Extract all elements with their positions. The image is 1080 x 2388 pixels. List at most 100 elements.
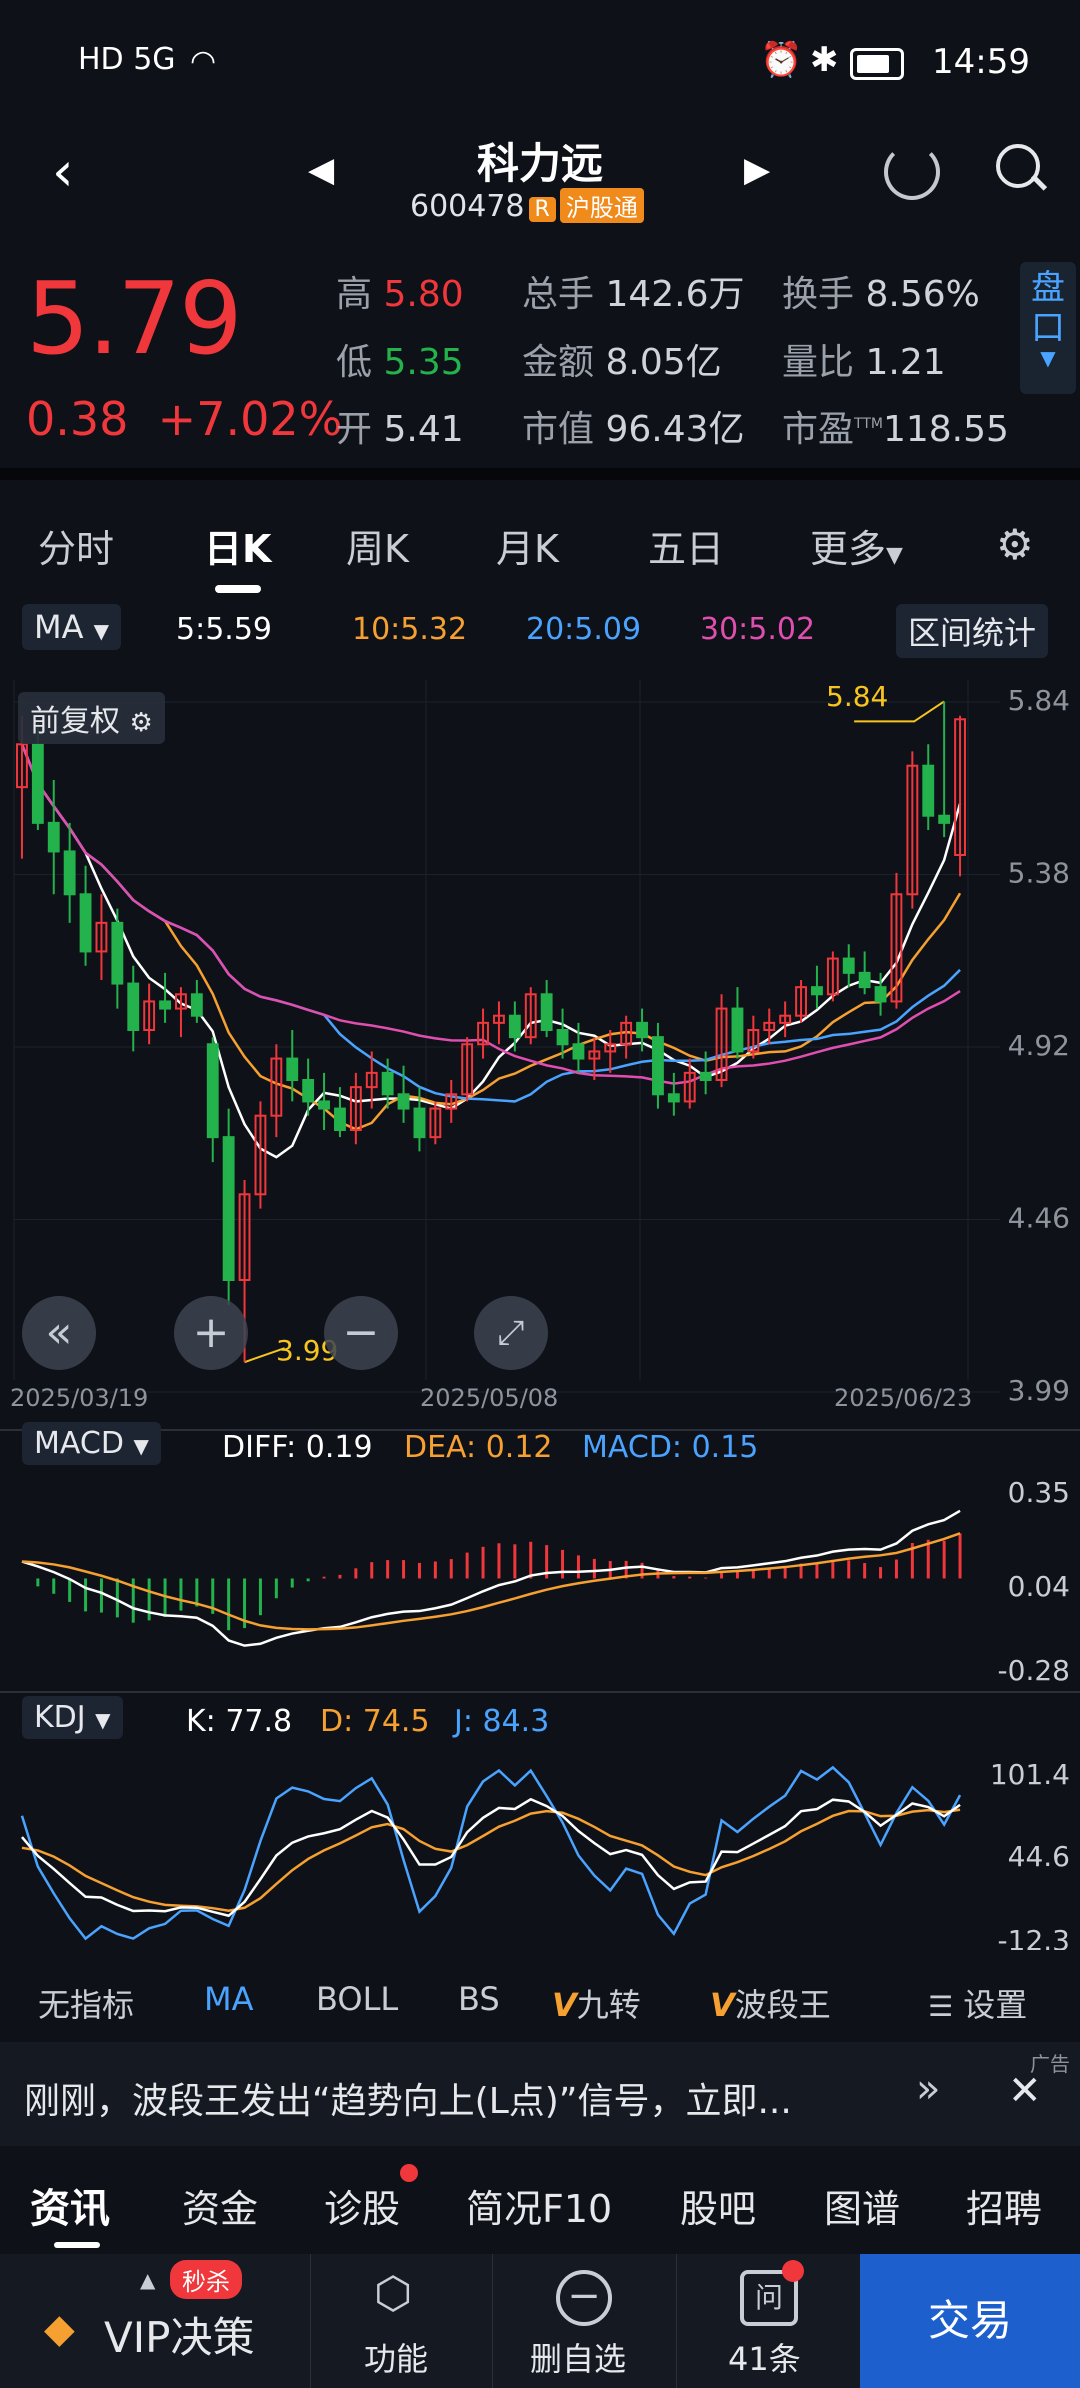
miaosha-badge: 秒杀 xyxy=(170,2260,242,2299)
ma5-value: 5:5.59 xyxy=(176,612,272,647)
remove-watchlist-button[interactable]: 删自选 xyxy=(530,2334,626,2380)
diff-line xyxy=(21,1509,961,1647)
kline-chart[interactable]: 5.84 5.38 4.92 4.46 3.99 0.35 0.04 -0.28 101.4 44… xyxy=(0,660,1080,1950)
candle-body xyxy=(874,986,887,1003)
macd-selector[interactable]: MACD ▼ xyxy=(22,1422,161,1465)
ma-selector[interactable]: MA ▼ xyxy=(22,604,122,650)
banner-text[interactable]: 刚刚，波段王发出“趋势向上(L点)”信号，立即... xyxy=(24,2072,792,2124)
refresh-icon[interactable] xyxy=(884,144,940,200)
tab-monthly-k[interactable]: 月K xyxy=(496,518,559,573)
candle-body xyxy=(922,764,935,817)
candle-body xyxy=(699,1071,712,1082)
gear-icon: ⚙ xyxy=(129,708,153,738)
tab-recruit[interactable]: 招聘 xyxy=(966,2178,1042,2233)
price-tick: 3.99 xyxy=(1008,1374,1070,1407)
tab-graph[interactable]: 图谱 xyxy=(824,2178,900,2233)
candle-body xyxy=(318,1100,330,1110)
adjust-selector[interactable]: 前复权 ⚙ xyxy=(18,692,165,744)
candle-body xyxy=(572,1043,585,1060)
indicator-jiuzhuan[interactable]: V九转 xyxy=(552,1980,641,2026)
candle-body xyxy=(63,850,76,896)
clock: 14:59 xyxy=(932,42,1030,82)
indicator-none[interactable]: 无指标 xyxy=(38,1980,134,2026)
tab-daily-k[interactable]: 日K xyxy=(204,518,271,573)
date-start: 2025/03/19 xyxy=(10,1384,149,1412)
candle-body xyxy=(190,993,203,1017)
trade-button[interactable]: 交易 xyxy=(860,2254,1080,2388)
candle-body xyxy=(842,957,855,974)
notification-dot xyxy=(782,2260,804,2282)
market-cap-stat: 市值 96.43亿 xyxy=(522,409,745,450)
indicator-boll[interactable]: BOLL xyxy=(316,1980,398,2018)
tab-funds[interactable]: 资金 xyxy=(182,2178,258,2233)
date-end: 2025/06/23 xyxy=(834,1384,973,1412)
candle-body xyxy=(556,1029,569,1046)
ma-lines xyxy=(20,700,962,1364)
price-change: 0.38 +7.02% xyxy=(26,392,342,446)
kdj-tick: 44.6 xyxy=(1008,1840,1070,1873)
chart-period-tabs: 分时 日K 周K 月K 五日 更多▼ ⚙ xyxy=(0,482,1080,594)
divider xyxy=(310,2254,311,2388)
gear-icon[interactable]: ⚙ xyxy=(996,520,1034,569)
current-price: 5.79 xyxy=(26,260,243,377)
range-stats-button[interactable]: 区间统计 xyxy=(896,604,1049,658)
close-icon[interactable]: ✕ xyxy=(1008,2068,1042,2114)
tab-more[interactable]: 更多▼ xyxy=(810,518,903,573)
zoom-in-icon[interactable]: + xyxy=(174,1296,248,1370)
tab-weekly-k[interactable]: 周K xyxy=(346,518,409,573)
stock-code: 600478 xyxy=(410,189,525,224)
candle-body xyxy=(652,1036,664,1096)
candle-body xyxy=(206,1043,219,1139)
arrow-up-icon: ▲ xyxy=(140,2268,156,2292)
info-tabs: 资讯 资金 诊股 简况F10 股吧 图谱 招聘 xyxy=(0,2150,1080,2250)
function-button[interactable]: 功能 xyxy=(364,2334,428,2380)
pankou-button[interactable]: 盘口 ▼ xyxy=(1020,262,1076,394)
tab-diagnosis[interactable]: 诊股 xyxy=(324,2178,400,2233)
candle-body xyxy=(731,1007,744,1053)
questions-button[interactable]: 41条 xyxy=(728,2334,801,2380)
top-bar: ‹ ◀ 科力远 600478 R 沪股通 ▶ xyxy=(0,120,1080,240)
next-stock-icon[interactable]: ▶ xyxy=(744,150,770,190)
vip-button[interactable]: VIP决策 xyxy=(104,2304,254,2365)
low-stat: 低 5.35 xyxy=(336,342,464,383)
indicator-boduanwang[interactable]: V波段王 xyxy=(710,1980,831,2026)
macd-tick: 0.35 xyxy=(1008,1476,1070,1509)
indicator-bs[interactable]: BS xyxy=(458,1980,500,2018)
battery-icon xyxy=(850,48,904,80)
change-value: 0.38 xyxy=(26,392,129,446)
date-mid: 2025/05/08 xyxy=(420,1384,559,1412)
candle-body xyxy=(667,1093,680,1103)
volume-ratio-stat: 量比 1.21 xyxy=(782,342,946,383)
tab-intraday[interactable]: 分时 xyxy=(38,518,114,573)
hk-connect-tag[interactable]: 沪股通 xyxy=(559,188,644,223)
double-chevron-icon[interactable]: » xyxy=(916,2066,940,2112)
vip-diamond-icon: ◆ xyxy=(44,2306,75,2352)
j-line xyxy=(20,1765,962,1941)
network-indicator: HD 5G xyxy=(78,42,176,77)
indicator-settings[interactable]: ☰ 设置 xyxy=(928,1980,1027,2026)
candle-body xyxy=(159,1000,171,1010)
tab-forum[interactable]: 股吧 xyxy=(680,2178,756,2233)
kdj-tick: -12.3 xyxy=(998,1924,1070,1950)
divider xyxy=(676,2254,677,2388)
fullscreen-icon[interactable]: ⤢ xyxy=(474,1296,548,1370)
kdj-selector[interactable]: KDJ ▼ xyxy=(22,1696,123,1739)
candle-body xyxy=(811,986,823,996)
tab-profile-f10[interactable]: 简况F10 xyxy=(466,2178,612,2233)
signal-banner[interactable]: 刚刚，波段王发出“趋势向上(L点)”信号，立即... » 广告 ✕ xyxy=(0,2042,1080,2146)
tab-five-day[interactable]: 五日 xyxy=(648,518,724,573)
kdj-d: D: 74.5 xyxy=(320,1704,430,1739)
alarm-icon: ⏰ xyxy=(760,40,803,80)
k-line xyxy=(20,1797,961,1918)
indicator-row: 无指标 MA BOLL BS V九转 V波段王 ☰ 设置 xyxy=(0,1980,1080,2048)
divider xyxy=(492,2254,493,2388)
section-divider xyxy=(0,468,1080,480)
candle-body xyxy=(381,1071,394,1096)
rewind-icon[interactable]: « xyxy=(22,1296,96,1370)
indicator-ma[interactable]: MA xyxy=(204,1980,254,2018)
kdj-tick: 101.4 xyxy=(990,1758,1070,1791)
tab-news[interactable]: 资讯 xyxy=(30,2176,110,2234)
zoom-out-icon[interactable]: − xyxy=(324,1296,398,1370)
turnover-stat: 换手 8.56% xyxy=(782,274,980,315)
macd-diff: DIFF: 0.19 xyxy=(222,1430,373,1465)
